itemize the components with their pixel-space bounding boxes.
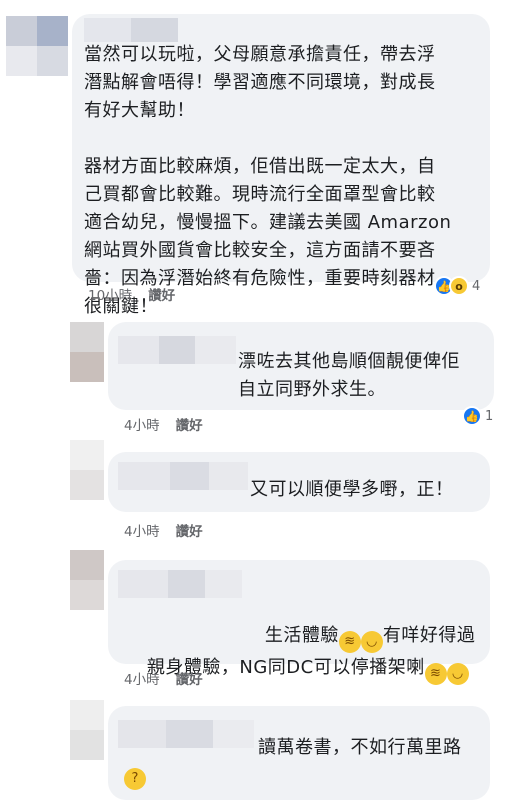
comment-bubble: 當然可以玩啦，父母願意承擔責任，帶去浮 潛點解會唔得！學習適應不同環境，對成長 … xyxy=(72,14,490,317)
comment-timestamp[interactable]: 10小時 xyxy=(88,284,132,304)
like-button[interactable]: 讚好 xyxy=(176,668,203,688)
reaction-count: 4 xyxy=(472,278,481,294)
commenter-avatar[interactable] xyxy=(6,16,68,76)
like-button[interactable]: 讚好 xyxy=(176,520,203,540)
comment-actions: 10小時 讚好 xyxy=(88,284,175,304)
reply-actions: 4小時 讚好 xyxy=(124,414,203,434)
replier-name-blurred[interactable] xyxy=(118,336,236,364)
reply-avatar[interactable] xyxy=(70,700,104,760)
reply-avatar[interactable] xyxy=(70,550,104,610)
reply-text: 讀萬卷書，不如行萬里路 xyxy=(258,737,462,758)
reply-timestamp[interactable]: 4小時 xyxy=(124,414,160,434)
reply-bubble: 又可以順便學多嘢，正！ xyxy=(108,452,490,512)
commenter-name-blurred[interactable] xyxy=(84,18,178,42)
thinking-emoji-icon: ? xyxy=(124,768,146,790)
wow-reaction-icon: o xyxy=(449,276,469,296)
reply-timestamp[interactable]: 4小時 xyxy=(124,520,160,540)
replier-name-blurred[interactable] xyxy=(118,720,254,748)
reply-bubble: 漂咗去其他島順個靚便俾佢 自立同野外求生。 xyxy=(108,322,494,410)
reply-avatar[interactable] xyxy=(70,322,104,382)
rofl-emoji-icon: ≋ xyxy=(424,663,447,685)
reply-actions: 4小時 讚好 xyxy=(124,520,203,540)
replier-name-blurred[interactable] xyxy=(118,462,248,490)
joy-emoji-icon: ◡ xyxy=(446,663,469,685)
like-button[interactable]: 讚好 xyxy=(176,414,203,434)
reply-timestamp[interactable]: 4小時 xyxy=(124,668,160,688)
reply-text: 漂咗去其他島順個靚便俾佢 自立同野外求生。 xyxy=(238,351,460,400)
reaction-summary[interactable]: 👍 o 4 xyxy=(434,276,480,296)
reaction-summary[interactable]: 👍 1 xyxy=(462,406,493,426)
reply-bubble: 生活體驗 ≋ ◡ 有咩好得過 親身體驗，NG同DC可以停播架喇 ≋ ◡ xyxy=(108,560,490,685)
reply-text: 又可以順便學多嘢，正！ xyxy=(250,479,454,500)
comment-text: 當然可以玩啦，父母願意承擔責任，帶去浮 潛點解會唔得！學習適應不同環境，對成長 … xyxy=(84,44,452,317)
replier-name-blurred[interactable] xyxy=(118,570,242,598)
reply-bubble: 讀萬卷書，不如行萬里路 ? xyxy=(108,706,490,800)
reaction-count: 1 xyxy=(485,408,494,424)
reply-avatar[interactable] xyxy=(70,440,104,500)
like-reaction-icon: 👍 xyxy=(462,406,482,426)
reply-actions: 4小時 讚好 xyxy=(124,668,203,688)
like-button[interactable]: 讚好 xyxy=(148,284,175,304)
